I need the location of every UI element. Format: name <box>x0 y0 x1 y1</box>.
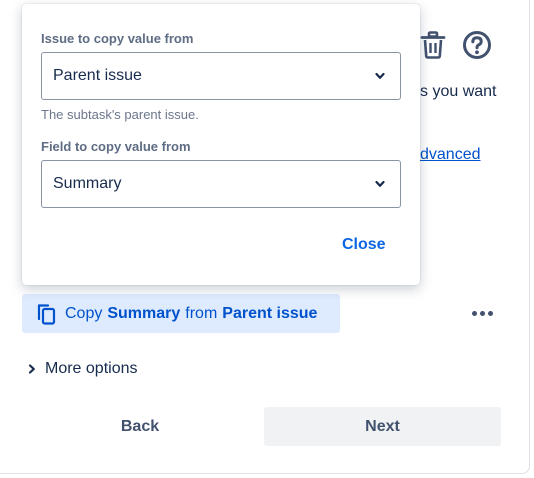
chip-source: Parent issue <box>222 304 318 322</box>
copy-value-popup: Issue to copy value from Parent issue Th… <box>22 4 420 285</box>
help-icon <box>463 31 491 59</box>
close-button[interactable]: Close <box>342 236 386 254</box>
help-button[interactable] <box>461 28 493 62</box>
chip-field: Summary <box>107 304 181 322</box>
more-actions-button[interactable] <box>468 302 496 324</box>
advanced-link[interactable]: dvanced <box>420 146 481 164</box>
chevron-down-icon <box>375 72 385 79</box>
header-actions <box>417 28 493 62</box>
issue-source-helper: The subtask's parent issue. <box>41 107 199 122</box>
chip-middle: from <box>185 304 218 322</box>
issue-source-value: Parent issue <box>53 67 142 84</box>
delete-button[interactable] <box>417 28 449 62</box>
chip-prefix: Copy <box>65 304 103 322</box>
field-source-label: Field to copy value from <box>41 139 191 154</box>
more-options-label: More options <box>45 360 138 377</box>
field-source-select[interactable]: Summary <box>41 160 401 208</box>
more-icon <box>471 310 477 316</box>
copy-icon <box>37 303 56 325</box>
field-source-value: Summary <box>53 175 122 192</box>
chevron-right-icon <box>28 364 35 374</box>
issue-source-label: Issue to copy value from <box>41 31 194 46</box>
back-button[interactable]: Back <box>22 407 258 446</box>
description-text-partial: s you want <box>420 83 497 100</box>
more-options-toggle[interactable]: More options <box>26 360 138 378</box>
issue-source-select[interactable]: Parent issue <box>41 52 401 100</box>
chevron-down-icon <box>375 180 385 187</box>
trash-icon <box>420 31 446 59</box>
copy-action-chip[interactable]: Copy Summary from Parent issue <box>22 294 340 333</box>
next-button[interactable]: Next <box>264 407 501 446</box>
